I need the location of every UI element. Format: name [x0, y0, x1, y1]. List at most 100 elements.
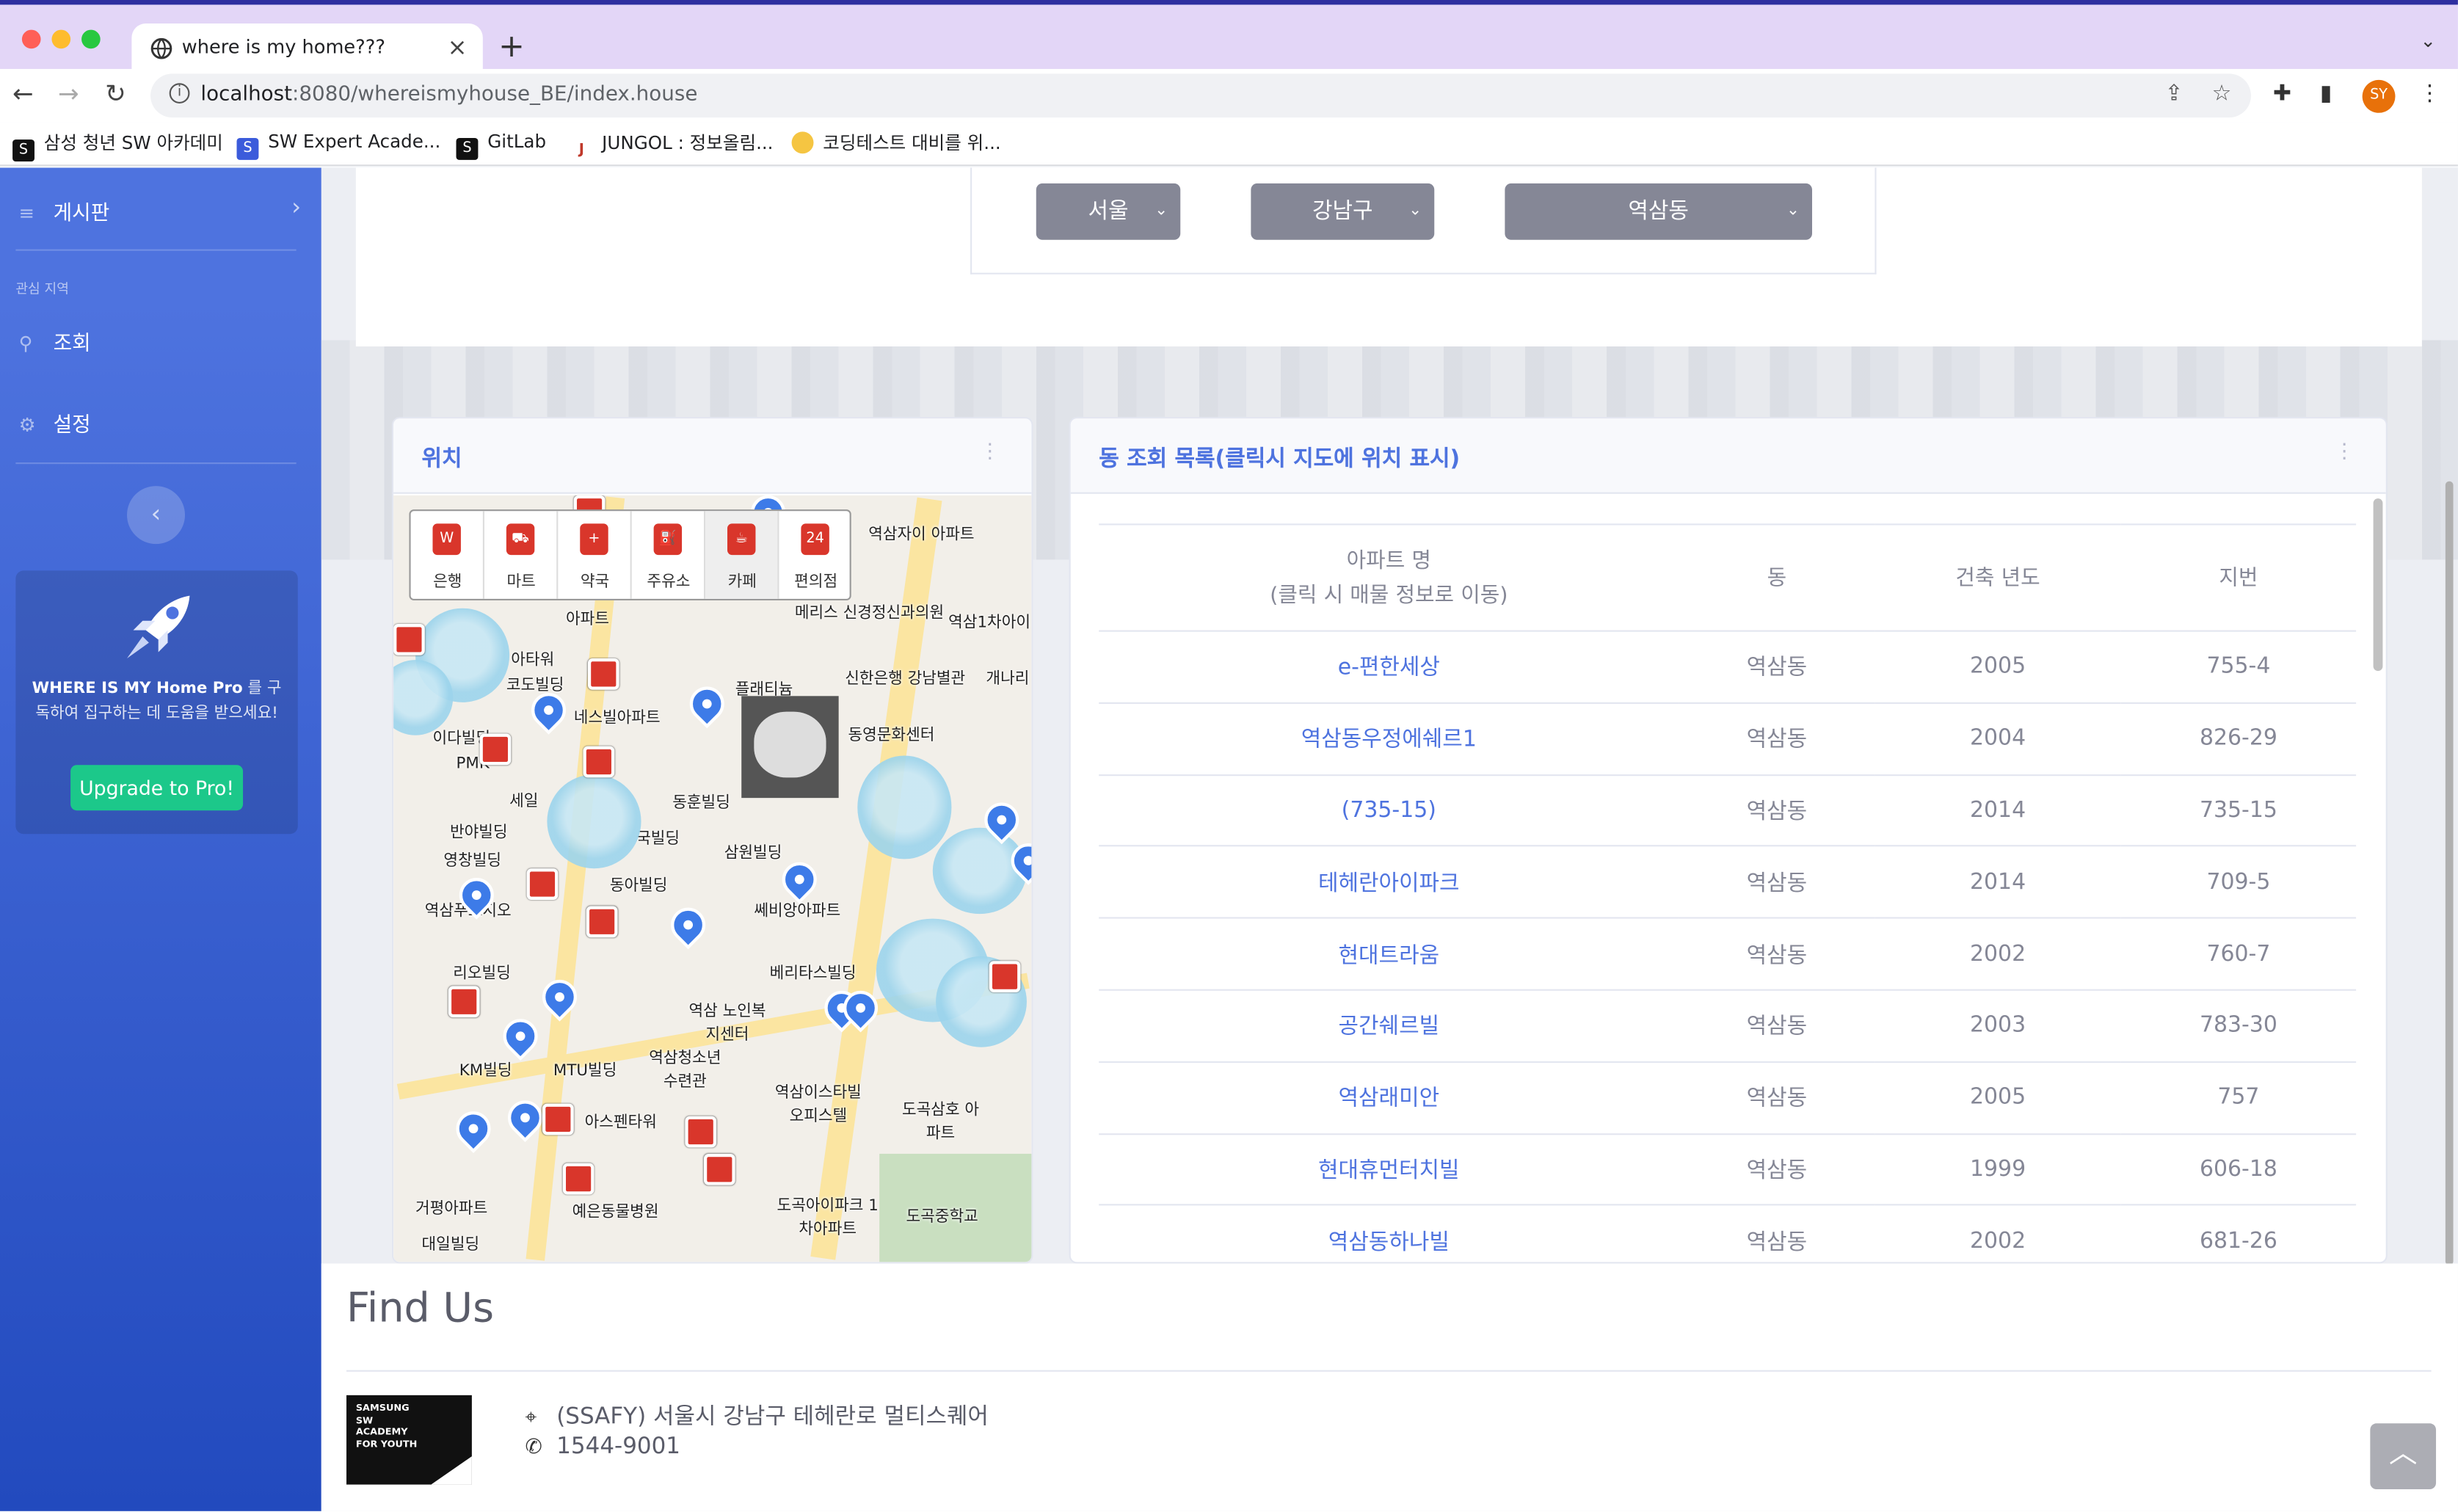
share-icon[interactable]: ⇪ [2165, 81, 2184, 106]
cafe-marker[interactable] [542, 1103, 574, 1135]
apartment-pin[interactable] [683, 679, 732, 729]
map-label: 세일 [509, 793, 539, 811]
category-convenience-store[interactable]: 24 편의점 [779, 511, 852, 599]
apartment-pin[interactable] [535, 973, 584, 1022]
side-panel-icon[interactable]: ▮ [2320, 81, 2332, 106]
bookmark-item[interactable]: S GitLab [456, 130, 546, 160]
upgrade-button[interactable]: Upgrade to Pro! [70, 765, 244, 811]
bookmark-item[interactable]: S 삼성 청년 SW 아카데미 [12, 130, 223, 161]
column-header-year: 건축 년도 [1875, 523, 2121, 632]
new-tab-button[interactable]: + [498, 26, 525, 64]
bookmark-item[interactable]: S SW Expert Acade... [236, 130, 440, 160]
column-header-jibun: 지번 [2120, 523, 2357, 632]
apartment-pin[interactable] [448, 1104, 498, 1154]
category-mart[interactable]: ⛟ 마트 [484, 511, 559, 599]
cafe-marker[interactable] [587, 658, 619, 690]
dong-select[interactable]: 역삼동 ⌄ [1505, 183, 1812, 240]
filter-card: 서울 ⌄ 강남구 ⌄ 역삼동 ⌄ [355, 167, 2422, 347]
apartment-name-link[interactable]: 현대트라움 [1099, 917, 1679, 991]
apartment-name-link[interactable]: 역삼동하나빌 [1099, 1205, 1679, 1262]
maximize-window-button[interactable] [81, 29, 101, 49]
url-text: localhost:8080/whereismyhouse_BE/index.h… [200, 83, 698, 107]
bookmark-item[interactable]: J JUNGOL : 정보올림... [570, 130, 774, 161]
promo-text: WHERE IS MY Home Pro 를 구독하여 집구하는 데 도움을 받… [32, 680, 282, 723]
gitlab-icon: S [456, 137, 479, 160]
cafe-marker[interactable] [526, 868, 559, 900]
table-row[interactable]: 테헤란아이파크 역삼동 2014 709-5 [1099, 846, 2357, 919]
tab-search-chevron-icon[interactable]: ⌄ [2421, 30, 2436, 52]
back-button[interactable]: ← [12, 79, 34, 109]
cafe-marker[interactable] [703, 1153, 735, 1185]
city-select[interactable]: 서울 ⌄ [1036, 183, 1181, 240]
table-row[interactable]: 역삼동하나빌 역삼동 2002 681-26 [1099, 1205, 2357, 1262]
site-info-icon[interactable]: i [169, 83, 190, 103]
table-row[interactable]: 공간쉐르빌 역삼동 2003 783-30 [1099, 989, 2357, 1063]
sidebar-item-search[interactable]: ⚲ 조회 [19, 326, 91, 356]
apartment-pin[interactable] [495, 1011, 545, 1061]
more-options-icon[interactable]: ⋮ [980, 440, 1000, 464]
cafe-marker[interactable] [479, 733, 512, 766]
tab-strip: where is my home??? × + ⌄ [0, 0, 2458, 74]
bookmark-item[interactable]: 코딩테스트 대비를 위... [791, 130, 1001, 155]
sidebar-item-board[interactable]: ≡ 게시판 › [19, 193, 301, 226]
table-row[interactable]: 현대트라움 역삼동 2002 760-7 [1099, 917, 2357, 991]
apartment-name-link[interactable]: 역삼동우정에쉐르1 [1099, 702, 1679, 776]
cafe-marker[interactable] [685, 1116, 717, 1148]
apartment-pin[interactable] [663, 900, 713, 950]
list-scrollbar[interactable] [2373, 498, 2383, 672]
more-options-icon[interactable]: ⋮ [2334, 440, 2355, 464]
minimize-window-button[interactable] [51, 29, 71, 49]
close-tab-icon[interactable]: × [448, 33, 468, 61]
browser-menu-icon[interactable]: ⋮ [2419, 81, 2441, 106]
reload-button[interactable]: ↻ [105, 79, 126, 109]
forward-button[interactable]: → [58, 79, 79, 109]
cluster-marker[interactable] [932, 827, 1027, 915]
table-row[interactable]: 역삼래미안 역삼동 2005 757 [1099, 1061, 2357, 1135]
sidebar-toggle-button[interactable]: ‹ [126, 486, 186, 545]
table-row[interactable]: e-편한세상 역삼동 2005 755-4 [1099, 630, 2357, 704]
browser-window: where is my home??? × + ⌄ ← → ↻ i localh… [0, 0, 2458, 1511]
road-view-thumbnail[interactable] [741, 696, 839, 799]
cafe-marker[interactable] [989, 961, 1021, 992]
year-cell: 2004 [1875, 702, 2121, 776]
map-view[interactable]: 역삼자이 아파트 역삼1차아이 파크아파트 메리스 신경정신과의원 신한은행 강… [393, 495, 1032, 1262]
category-cafe[interactable]: ☕ 카페 [705, 511, 779, 599]
apartment-name-link[interactable]: 현대휴먼터치빌 [1099, 1133, 1679, 1207]
category-pharmacy[interactable]: + 약국 [558, 511, 632, 599]
apartment-name-link[interactable]: 역삼래미안 [1099, 1061, 1679, 1135]
apartment-name-link[interactable]: 공간쉐르빌 [1099, 989, 1679, 1063]
gas-station-icon: ⛽ [653, 523, 683, 556]
cafe-marker[interactable] [583, 746, 615, 778]
cafe-marker[interactable] [562, 1163, 594, 1195]
category-bank[interactable]: W 은행 [411, 511, 484, 599]
table-row[interactable]: 역삼동우정에쉐르1 역삼동 2004 826-29 [1099, 702, 2357, 776]
apartment-name-link[interactable]: (735-15) [1099, 774, 1679, 848]
map-label: 도곡삼호 아파트 [901, 1102, 980, 1143]
bookmark-star-icon[interactable]: ☆ [2212, 81, 2232, 106]
phone-icon: ✆ [525, 1436, 542, 1460]
jibun-cell: 709-5 [2120, 846, 2357, 919]
table-row[interactable]: 현대휴먼터치빌 역삼동 1999 606-18 [1099, 1133, 2357, 1207]
close-window-button[interactable] [21, 29, 41, 49]
address-bar[interactable]: i localhost:8080/whereismyhouse_BE/index… [150, 73, 2252, 118]
footer-divider [346, 1370, 2432, 1372]
cafe-marker[interactable] [448, 986, 480, 1018]
map-label: 국빌딩 [636, 830, 680, 848]
browser-tab[interactable]: where is my home??? × [131, 23, 483, 74]
district-select[interactable]: 강남구 ⌄ [1251, 183, 1435, 240]
scroll-to-top-button[interactable]: ︿ [2370, 1423, 2437, 1490]
cafe-marker[interactable] [393, 624, 425, 655]
cafe-marker[interactable] [586, 906, 618, 938]
dong-cell: 역삼동 [1679, 989, 1875, 1063]
sidebar-item-settings[interactable]: ⚙ 설정 [19, 407, 91, 437]
profile-avatar[interactable]: SY [2362, 79, 2396, 113]
table-row[interactable]: (735-15) 역삼동 2014 735-15 [1099, 774, 2357, 848]
cluster-marker[interactable] [547, 774, 641, 869]
cluster-marker[interactable] [857, 755, 952, 859]
page-scrollbar[interactable] [2445, 481, 2454, 1265]
apartment-name-link[interactable]: e-편한세상 [1099, 630, 1679, 704]
map-label: 신한은행 강남별관 [845, 671, 966, 688]
extensions-puzzle-icon[interactable]: ✚ [2273, 81, 2291, 106]
apartment-name-link[interactable]: 테헤란아이파크 [1099, 846, 1679, 919]
category-gas-station[interactable]: ⛽ 주유소 [632, 511, 706, 599]
